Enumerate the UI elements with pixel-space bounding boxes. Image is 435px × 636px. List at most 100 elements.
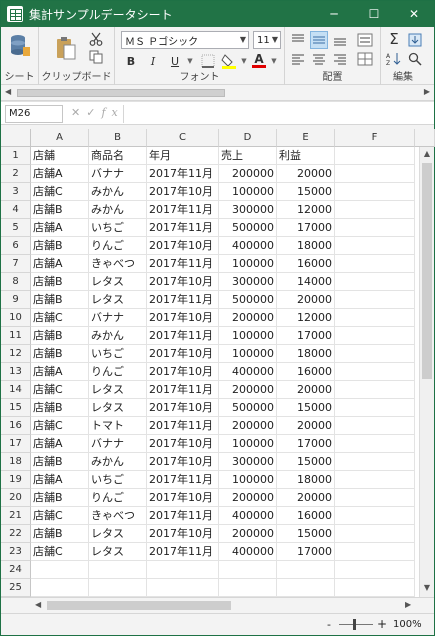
cell-b1[interactable]: 商品名 bbox=[89, 147, 147, 165]
bold-button[interactable]: B bbox=[123, 53, 139, 69]
cell-e22[interactable]: 15000 bbox=[277, 525, 335, 543]
cell-b5[interactable]: いちご bbox=[89, 219, 147, 237]
cell-e4[interactable]: 12000 bbox=[277, 201, 335, 219]
align-top-icon[interactable] bbox=[289, 31, 307, 49]
cell-b12[interactable]: いちご bbox=[89, 345, 147, 363]
align-middle-icon[interactable] bbox=[310, 31, 328, 49]
cell-e20[interactable]: 20000 bbox=[277, 489, 335, 507]
copy-icon[interactable] bbox=[87, 49, 105, 65]
cell-c15[interactable]: 2017年10月 bbox=[147, 399, 219, 417]
cell-d8[interactable]: 300000 bbox=[219, 273, 277, 291]
cell-a1[interactable]: 店舗 bbox=[31, 147, 89, 165]
cell-a2[interactable]: 店舗A bbox=[31, 165, 89, 183]
cell-b7[interactable]: きゃべつ bbox=[89, 255, 147, 273]
cell-e19[interactable]: 18000 bbox=[277, 471, 335, 489]
cell-f14[interactable] bbox=[335, 381, 415, 399]
row-header[interactable]: 8 bbox=[1, 273, 31, 291]
column-header-e[interactable]: E bbox=[277, 129, 335, 147]
zoom-slider-thumb[interactable] bbox=[353, 619, 356, 630]
cell-f19[interactable] bbox=[335, 471, 415, 489]
cell-d7[interactable]: 100000 bbox=[219, 255, 277, 273]
cell-b11[interactable]: みかん bbox=[89, 327, 147, 345]
row-header[interactable]: 9 bbox=[1, 291, 31, 309]
cell-a15[interactable]: 店舗B bbox=[31, 399, 89, 417]
cell-b14[interactable]: レタス bbox=[89, 381, 147, 399]
scroll-right-icon[interactable]: ▶ bbox=[405, 600, 415, 612]
row-header[interactable]: 19 bbox=[1, 471, 31, 489]
cell-a11[interactable]: 店舗B bbox=[31, 327, 89, 345]
cell-a9[interactable]: 店舗B bbox=[31, 291, 89, 309]
underline-dropdown-icon[interactable]: ▼ bbox=[185, 55, 195, 67]
cell-c25[interactable] bbox=[147, 579, 219, 597]
cell-b4[interactable]: みかん bbox=[89, 201, 147, 219]
cell-c8[interactable]: 2017年10月 bbox=[147, 273, 219, 291]
cell-f20[interactable] bbox=[335, 489, 415, 507]
row-header[interactable]: 1 bbox=[1, 147, 31, 165]
font-color-dropdown-icon[interactable]: ▼ bbox=[269, 55, 279, 67]
cell-f13[interactable] bbox=[335, 363, 415, 381]
cell-c11[interactable]: 2017年11月 bbox=[147, 327, 219, 345]
cell-c22[interactable]: 2017年10月 bbox=[147, 525, 219, 543]
cell-e6[interactable]: 18000 bbox=[277, 237, 335, 255]
cell-a19[interactable]: 店舗A bbox=[31, 471, 89, 489]
column-header-partial[interactable] bbox=[415, 129, 435, 147]
cell-f11[interactable] bbox=[335, 327, 415, 345]
cell-d15[interactable]: 500000 bbox=[219, 399, 277, 417]
row-header[interactable]: 2 bbox=[1, 165, 31, 183]
cell-c16[interactable]: 2017年11月 bbox=[147, 417, 219, 435]
cell-c19[interactable]: 2017年11月 bbox=[147, 471, 219, 489]
cell-d17[interactable]: 100000 bbox=[219, 435, 277, 453]
cell-a18[interactable]: 店舗B bbox=[31, 453, 89, 471]
cell-d11[interactable]: 100000 bbox=[219, 327, 277, 345]
cell-f18[interactable] bbox=[335, 453, 415, 471]
cell-d5[interactable]: 500000 bbox=[219, 219, 277, 237]
column-header-b[interactable]: B bbox=[89, 129, 147, 147]
cell-f9[interactable] bbox=[335, 291, 415, 309]
cell-e9[interactable]: 20000 bbox=[277, 291, 335, 309]
fill-color-dropdown-icon[interactable]: ▼ bbox=[239, 55, 249, 67]
align-left-icon[interactable] bbox=[289, 51, 307, 67]
cell-e10[interactable]: 12000 bbox=[277, 309, 335, 327]
column-header-c[interactable]: C bbox=[147, 129, 219, 147]
cell-c4[interactable]: 2017年11月 bbox=[147, 201, 219, 219]
cell-e11[interactable]: 17000 bbox=[277, 327, 335, 345]
fill-color-icon[interactable] bbox=[219, 53, 239, 69]
scroll-left-icon[interactable]: ◀ bbox=[5, 87, 11, 96]
cell-d23[interactable]: 400000 bbox=[219, 543, 277, 561]
zoom-in-button[interactable]: + bbox=[377, 617, 387, 631]
confirm-icon[interactable]: ✓ bbox=[86, 106, 101, 119]
cut-icon[interactable] bbox=[87, 31, 105, 47]
cell-c12[interactable]: 2017年10月 bbox=[147, 345, 219, 363]
close-button[interactable]: ✕ bbox=[394, 1, 434, 27]
cell-d24[interactable] bbox=[219, 561, 277, 579]
cell-e25[interactable] bbox=[277, 579, 335, 597]
ribbon-scroll-thumb[interactable] bbox=[17, 89, 225, 97]
cell-a16[interactable]: 店舗C bbox=[31, 417, 89, 435]
cell-a23[interactable]: 店舗C bbox=[31, 543, 89, 561]
align-bottom-icon[interactable] bbox=[331, 31, 349, 49]
fill-down-icon[interactable] bbox=[407, 31, 423, 49]
row-header[interactable]: 21 bbox=[1, 507, 31, 525]
font-size-select[interactable]: 11 ▼ bbox=[253, 31, 281, 49]
cell-c2[interactable]: 2017年11月 bbox=[147, 165, 219, 183]
cell-a24[interactable] bbox=[31, 561, 89, 579]
row-header[interactable]: 24 bbox=[1, 561, 31, 579]
cell-e15[interactable]: 15000 bbox=[277, 399, 335, 417]
row-header[interactable]: 25 bbox=[1, 579, 31, 597]
italic-button[interactable]: I bbox=[145, 53, 161, 69]
row-header[interactable]: 20 bbox=[1, 489, 31, 507]
cell-b2[interactable]: バナナ bbox=[89, 165, 147, 183]
find-icon[interactable] bbox=[407, 51, 423, 67]
cell-a6[interactable]: 店舗B bbox=[31, 237, 89, 255]
cell-d4[interactable]: 300000 bbox=[219, 201, 277, 219]
cell-e24[interactable] bbox=[277, 561, 335, 579]
cell-c6[interactable]: 2017年10月 bbox=[147, 237, 219, 255]
align-right-icon[interactable] bbox=[331, 51, 349, 67]
cell-b25[interactable] bbox=[89, 579, 147, 597]
sheet-database-icon[interactable] bbox=[7, 31, 33, 61]
row-header[interactable]: 23 bbox=[1, 543, 31, 561]
cell-e21[interactable]: 16000 bbox=[277, 507, 335, 525]
cell-f1[interactable] bbox=[335, 147, 415, 165]
row-header[interactable]: 4 bbox=[1, 201, 31, 219]
ribbon-scrollbar[interactable]: ◀ ▶ bbox=[1, 85, 434, 101]
